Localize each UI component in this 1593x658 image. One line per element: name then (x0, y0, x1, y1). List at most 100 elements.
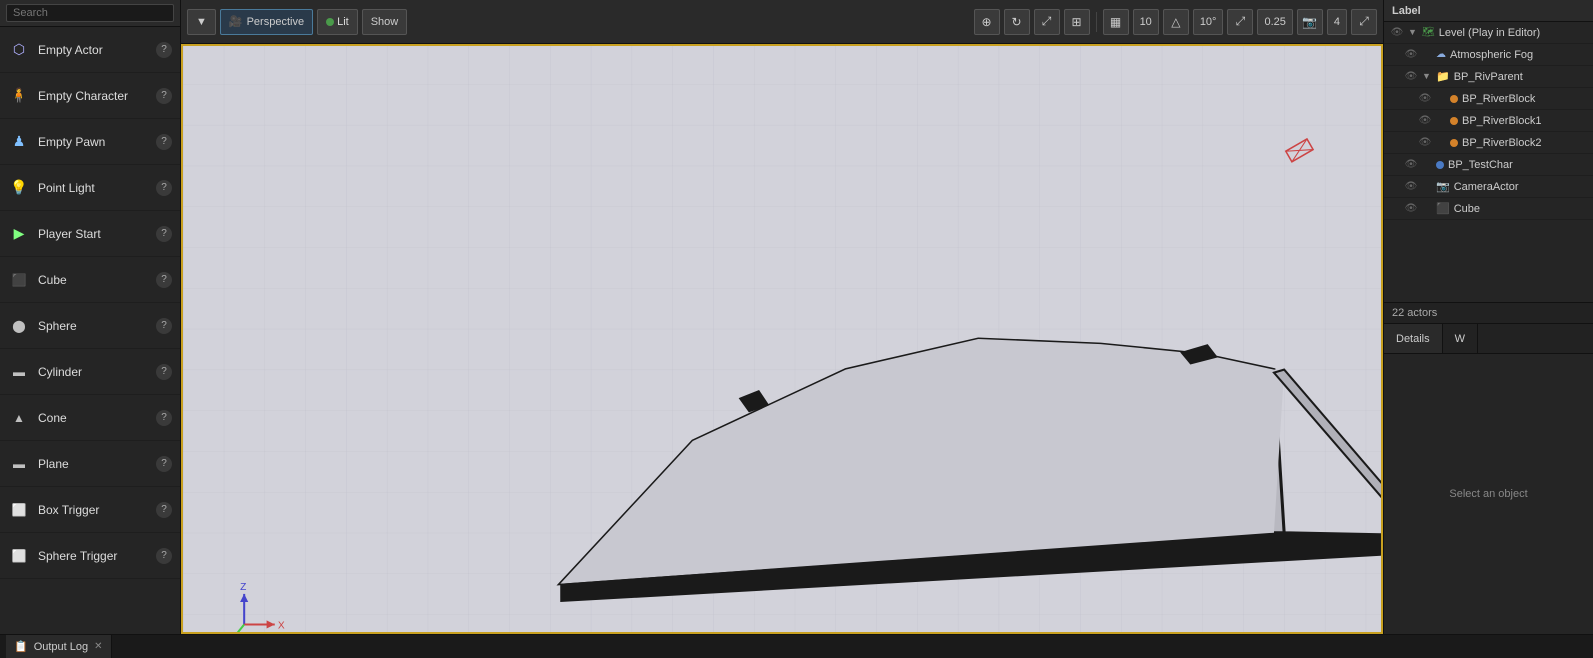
sidebar-item-cube[interactable]: ⬛ Cube ? (0, 257, 180, 303)
sidebar-item-info-button[interactable]: ? (156, 548, 172, 564)
show-button[interactable]: Show (362, 9, 408, 35)
search-input[interactable] (6, 4, 174, 22)
local-global-button[interactable]: ⊞ (1064, 9, 1090, 35)
viewport-dropdown-button[interactable]: ▼ (187, 9, 216, 35)
world-tab[interactable]: W (1443, 324, 1478, 353)
snap-angle-icon: △ (1163, 9, 1189, 35)
outliner-item-name: Atmospheric Fog (1450, 49, 1587, 61)
outliner-item-camera-actor[interactable]: 👁 ▶ 📷 CameraActor (1384, 176, 1593, 198)
outliner-item-atmospheric-fog[interactable]: 👁 ▶ ☁ Atmospheric Fog (1384, 44, 1593, 66)
outliner-item-cube[interactable]: 👁 ▶ ⬛ Cube (1384, 198, 1593, 220)
grid-size-button[interactable]: 10 (1133, 9, 1159, 35)
outliner-item-name: CameraActor (1454, 181, 1587, 193)
outliner-item-bp-riverblock2[interactable]: 👁 ▶ BP_RiverBlock2 (1384, 132, 1593, 154)
sidebar-item-info-button[interactable]: ? (156, 226, 172, 242)
translate-tool-button[interactable]: ⊕ (974, 9, 1000, 35)
sidebar-item-label: Sphere Trigger (38, 549, 156, 563)
show-label: Show (371, 16, 399, 28)
cube-icon: ⬛ (8, 269, 30, 291)
visibility-icon[interactable]: 👁 (1418, 136, 1432, 150)
visibility-icon[interactable]: 👁 (1404, 180, 1418, 194)
expand-arrow-icon: ▼ (1408, 27, 1420, 39)
outliner-item-bp-riverblock[interactable]: 👁 ▶ BP_RiverBlock (1384, 88, 1593, 110)
rotate-tool-button[interactable]: ↻ (1004, 9, 1030, 35)
scale-icon: ⤢ (1227, 9, 1253, 35)
output-log-close-button[interactable]: ✕ (94, 641, 102, 652)
snap-angle-button[interactable]: 10° (1193, 9, 1224, 35)
panel-tabs: Details W (1384, 324, 1593, 354)
lit-button[interactable]: Lit (317, 9, 358, 35)
sidebar-search-bar (0, 0, 180, 27)
output-log-tab[interactable]: 📋 Output Log ✕ (6, 635, 112, 658)
outliner-item-bp-testchar[interactable]: 👁 ▶ BP_TestChar (1384, 154, 1593, 176)
trigger-icon: ⬜ (8, 499, 30, 521)
sidebar-item-point-light[interactable]: 💡 Point Light ? (0, 165, 180, 211)
sidebar-item-info-button[interactable]: ? (156, 88, 172, 104)
details-empty-message: Select an object (1449, 488, 1527, 500)
visibility-icon[interactable]: 👁 (1404, 202, 1418, 216)
visibility-icon[interactable]: 👁 (1418, 92, 1432, 106)
outliner-item-name: Cube (1454, 203, 1587, 215)
sidebar-item-label: Empty Character (38, 89, 156, 103)
sidebar-item-plane[interactable]: ▬ Plane ? (0, 441, 180, 487)
scale-button[interactable]: 0.25 (1257, 9, 1292, 35)
world-outliner-label: Label (1392, 5, 1421, 17)
sidebar-item-info-button[interactable]: ? (156, 42, 172, 58)
sidebar-item-info-button[interactable]: ? (156, 456, 172, 472)
cone-icon: ▲ (8, 407, 30, 429)
sidebar-item-label: Cylinder (38, 365, 156, 379)
light-icon: 💡 (8, 177, 30, 199)
sidebar-item-empty-pawn[interactable]: ♟ Empty Pawn ? (0, 119, 180, 165)
sidebar-item-info-button[interactable]: ? (156, 318, 172, 334)
maximize-button[interactable]: ⤢ (1351, 9, 1377, 35)
sidebar-item-info-button[interactable]: ? (156, 502, 172, 518)
sidebar-item-info-button[interactable]: ? (156, 364, 172, 380)
details-tab[interactable]: Details (1384, 324, 1443, 353)
dropdown-arrow-icon: ▼ (196, 16, 207, 28)
sidebar-item-player-start[interactable]: ▶ Player Start ? (0, 211, 180, 257)
toolbar-right: ⊕ ↻ ⤢ ⊞ ▦ 10 △ 10° ⤢ 0.25 📷 4 ⤢ (974, 9, 1377, 35)
plane-icon: ▬ (8, 453, 30, 475)
blue-dot-icon (1436, 161, 1444, 169)
sidebar-item-info-button[interactable]: ? (156, 410, 172, 426)
scale-tool-button[interactable]: ⤢ (1034, 9, 1060, 35)
sidebar-item-cone[interactable]: ▲ Cone ? (0, 395, 180, 441)
sidebar-item-sphere[interactable]: ⬤ Sphere ? (0, 303, 180, 349)
visibility-icon[interactable]: 👁 (1390, 26, 1404, 40)
sidebar-item-info-button[interactable]: ? (156, 180, 172, 196)
actors-count-text: 22 actors (1392, 307, 1437, 319)
sidebar-item-info-button[interactable]: ? (156, 134, 172, 150)
visibility-icon[interactable]: 👁 (1404, 48, 1418, 62)
sidebar-item-empty-actor[interactable]: ⬡ Empty Actor ? (0, 27, 180, 73)
visibility-icon[interactable]: 👁 (1404, 158, 1418, 172)
orange-dot-icon (1450, 117, 1458, 125)
svg-text:Z: Z (240, 582, 246, 593)
sidebar-item-label: Plane (38, 457, 156, 471)
visibility-icon[interactable]: 👁 (1418, 114, 1432, 128)
folder-icon: 📁 (1436, 70, 1450, 83)
visibility-icon[interactable]: 👁 (1404, 70, 1418, 84)
viewport-canvas[interactable]: Z X Y (181, 44, 1383, 634)
outliner-item-bp-riverblock1[interactable]: 👁 ▶ BP_RiverBlock1 (1384, 110, 1593, 132)
expand-arrow-icon: ▼ (1422, 71, 1434, 83)
viewport-toolbar: ▼ 🎥 Perspective Lit Show ⊕ ↻ ⤢ ⊞ ▦ 1 (181, 0, 1383, 44)
sphere-icon: ⬤ (8, 315, 30, 337)
cube-icon: ⬛ (1436, 202, 1450, 215)
sidebar-item-label: Sphere (38, 319, 156, 333)
output-log-label: Output Log (34, 641, 88, 653)
sidebar-item-cylinder[interactable]: ▬ Cylinder ? (0, 349, 180, 395)
sidebar-item-box-trigger[interactable]: ⬜ Box Trigger ? (0, 487, 180, 533)
sidebar-item-info-button[interactable]: ? (156, 272, 172, 288)
sidebar-item-label: Point Light (38, 181, 156, 195)
camera-speed-button[interactable]: 4 (1327, 9, 1347, 35)
outliner-item-bp-rivparent[interactable]: 👁 ▼ 📁 BP_RivParent (1384, 66, 1593, 88)
sidebar-item-empty-character[interactable]: 🧍 Empty Character ? (0, 73, 180, 119)
sidebar-item-sphere-trigger[interactable]: ⬜ Sphere Trigger ? (0, 533, 180, 579)
grid-toggle-button[interactable]: ▦ (1103, 9, 1129, 35)
cylinder-icon: ▬ (8, 361, 30, 383)
orange-dot-icon (1450, 95, 1458, 103)
camera-icon: 📷 (1297, 9, 1323, 35)
world-outliner-items: 👁 ▼ 🗺 Level (Play in Editor) 👁 ▶ ☁ Atmos… (1384, 22, 1593, 302)
outliner-item-level-play-in-editor[interactable]: 👁 ▼ 🗺 Level (Play in Editor) (1384, 22, 1593, 44)
perspective-button[interactable]: 🎥 Perspective (220, 9, 313, 35)
